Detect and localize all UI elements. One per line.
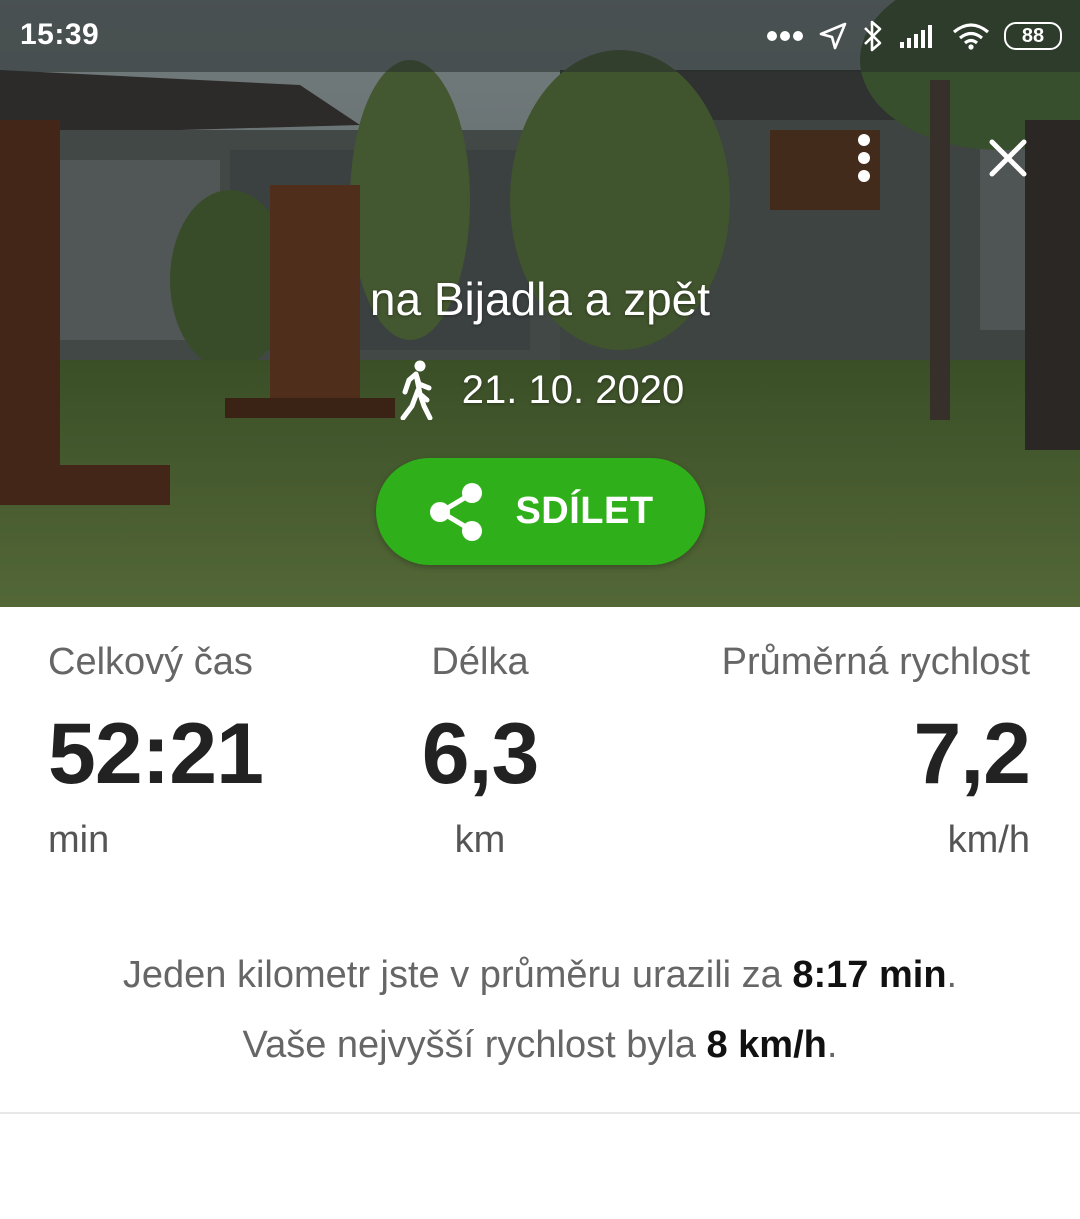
battery-level: 88 [1021,24,1045,47]
summary-pace-line: Jeden kilometr jste v průměru urazili za… [0,940,1080,1010]
signal-icon [898,22,938,50]
stat-label: Průměrná rychlost [721,641,1030,683]
summary-speed-prefix: Vaše nejvyšší rychlost byla [242,1024,707,1066]
share-icon [430,482,483,541]
route-title: na Bijadla a zpět [369,273,711,325]
summary-pace-prefix: Jeden kilometr jste v průměru urazili za [122,954,793,996]
summary-pace-value: 8:17 min [792,954,947,996]
stat-value: 7,2 [913,706,1031,802]
walking-icon [400,360,433,420]
battery-icon: 88 [1004,22,1062,50]
summary-text: Jeden kilometr jste v průměru urazili za… [0,940,1080,1080]
summary-pace-suffix: . [946,954,958,996]
share-button[interactable]: SDÍLET [376,458,705,565]
activity-detail-screen: 15:39 88 na Bijadla a zpět 21. 10. 2020 … [0,0,1080,1219]
stat-unit: km/h [947,819,1030,861]
summary-top-speed-line: Vaše nejvyšší rychlost byla 8 km/h. [0,1010,1080,1080]
stat-average-speed: Průměrná rychlost 7,2 km/h [0,607,1080,907]
route-meta: 21. 10. 2020 [0,360,1080,420]
more-options-button[interactable] [844,126,884,190]
share-label: SDÍLET [515,490,654,532]
close-icon [989,139,1027,177]
divider [0,1112,1080,1114]
close-button[interactable] [980,130,1036,186]
hero-photo: 15:39 88 na Bijadla a zpět 21. 10. 2020 … [0,0,1080,607]
location-arrow-icon [818,21,848,51]
status-icons: 88 [766,14,1062,58]
status-bar: 15:39 88 [0,0,1080,72]
dots-icon [766,30,804,42]
summary-speed-suffix: . [826,1024,838,1066]
bluetooth-icon [862,19,884,53]
more-vertical-icon [858,134,870,182]
route-date: 21. 10. 2020 [461,367,685,412]
stats-panel: Celkový čas 52:21 min Délka 6,3 km Průmě… [0,607,1080,907]
status-time: 15:39 [20,18,100,51]
wifi-icon [952,22,990,50]
summary-speed-value: 8 km/h [706,1024,827,1066]
